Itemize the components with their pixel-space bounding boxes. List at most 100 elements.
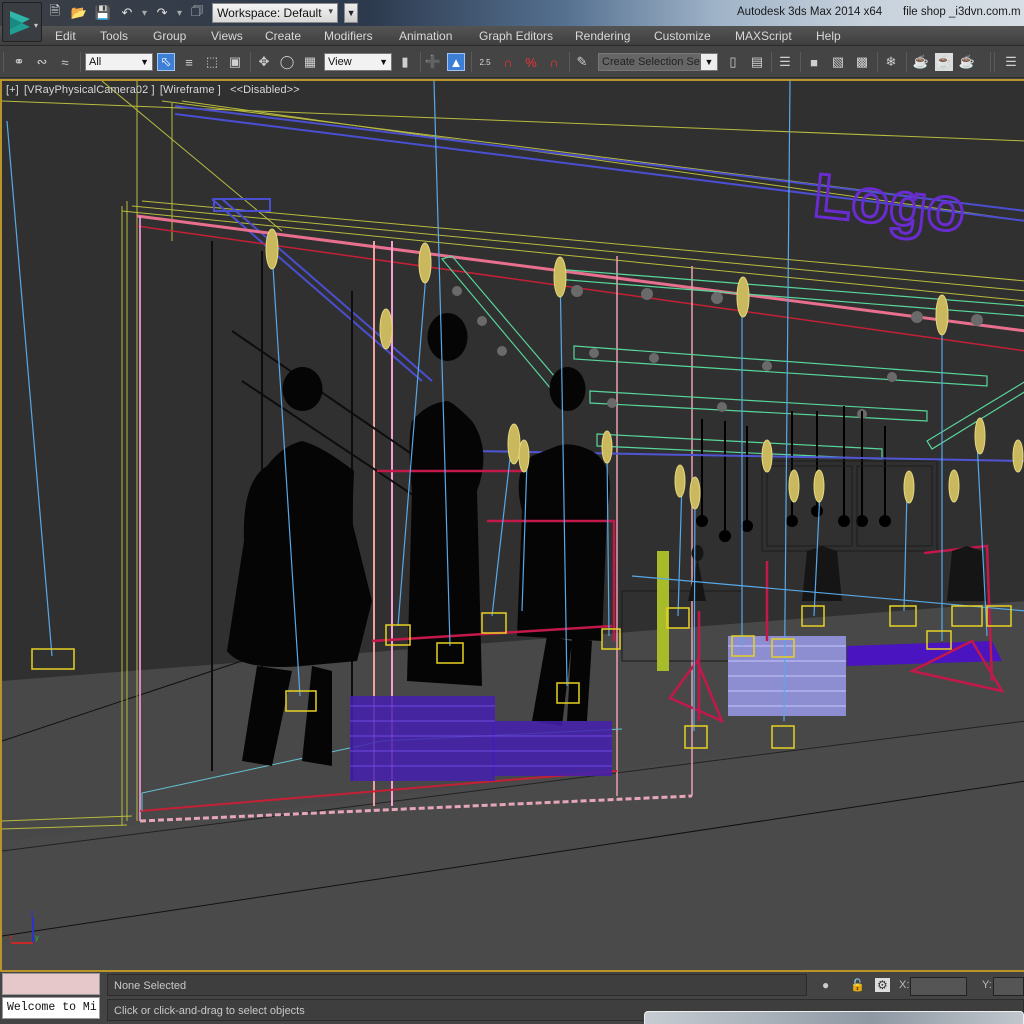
- wireframe-scene: Logo: [2, 81, 1024, 970]
- named-selection-dropdown[interactable]: Create Selection Se ▼: [598, 53, 718, 71]
- select-by-name-icon[interactable]: ≡: [180, 53, 198, 71]
- rotate-icon[interactable]: ◯: [278, 53, 296, 71]
- x-axis-label: x: [9, 933, 13, 942]
- angle-snap-icon[interactable]: ∩: [499, 53, 517, 71]
- percent-snap-icon[interactable]: %: [522, 53, 540, 71]
- menu-group[interactable]: Group: [153, 29, 186, 43]
- app-window: 🗎 📂 💾 ↶ ▾ ↷ ▾ 🗇 Workspace: Default ▾ ▼ A…: [0, 0, 1024, 1024]
- customize-quick-access-button[interactable]: ▼: [344, 3, 359, 23]
- rendered-frame-window-icon[interactable]: ☕: [935, 53, 953, 71]
- coord-x-label: X:: [899, 979, 910, 991]
- absolute-mode-transform-icon[interactable]: ⚙: [875, 978, 890, 992]
- maxscript-mini-listener-output[interactable]: [2, 973, 100, 995]
- layer-manager-icon[interactable]: ☰: [776, 53, 794, 71]
- schematic-view-icon[interactable]: ▩: [853, 53, 871, 71]
- spinner-snap-icon[interactable]: ∩: [545, 53, 563, 71]
- redo-icon[interactable]: ↷: [153, 4, 171, 22]
- axis-tripod: z x y: [6, 907, 46, 947]
- bind-space-warp-icon[interactable]: ≈: [56, 53, 74, 71]
- menu-animation[interactable]: Animation: [399, 29, 452, 43]
- maxscript-mini-listener-input[interactable]: Welcome to Mi: [2, 997, 100, 1019]
- reference-coordinate-dropdown[interactable]: View ▼: [324, 53, 392, 71]
- snap-label: 2.5: [479, 57, 491, 67]
- undo-icon[interactable]: ↶: [118, 4, 136, 22]
- viewport-menu-plus[interactable]: [+]: [6, 84, 19, 96]
- isolate-selection-icon[interactable]: ●: [822, 978, 829, 992]
- menu-views[interactable]: Views: [211, 29, 243, 43]
- snaps-toggle-icon[interactable]: 2.5: [476, 53, 494, 71]
- menu-customize[interactable]: Customize: [654, 29, 711, 43]
- taskbar-window-preview[interactable]: [644, 1011, 1024, 1024]
- viewport-label: [+] [VRayPhysicalCamera02 ] [Wireframe ]…: [6, 84, 302, 96]
- main-toolbar: ⚭ ∾ ≈ All ▼ ⬁ ≡ ⬚ ▣ ✥ ◯ ▦ View ▼ ▮ ➕ ▲ 2…: [0, 46, 1024, 78]
- edit-named-selection-icon[interactable]: ✎: [573, 53, 591, 71]
- rectangular-selection-icon[interactable]: ⬚: [203, 53, 221, 71]
- render-production-icon[interactable]: ☕: [958, 53, 976, 71]
- mirror-icon[interactable]: ▯: [724, 53, 742, 71]
- move-icon[interactable]: ✥: [255, 53, 273, 71]
- menu-modifiers[interactable]: Modifiers: [324, 29, 373, 43]
- selection-status: None Selected: [107, 974, 807, 996]
- redo-dropdown-icon[interactable]: ▾: [177, 8, 182, 19]
- reference-coordinate-value: View: [328, 56, 352, 68]
- menu-graph-editors[interactable]: Graph Editors: [479, 29, 553, 43]
- keyboard-shortcut-override-icon[interactable]: ▲: [447, 53, 465, 71]
- chevron-down-icon: ▾: [328, 6, 334, 16]
- menu-bar: Edit Tools Group Views Create Modifiers …: [0, 26, 1024, 46]
- selection-status-text: None Selected: [114, 980, 187, 992]
- curve-editor-icon[interactable]: ▧: [829, 53, 847, 71]
- graphite-modeling-icon[interactable]: ■: [805, 53, 823, 71]
- coord-y-label: Y:: [982, 979, 992, 991]
- chevron-down-icon: ▼: [140, 57, 149, 67]
- toolbar-separator: [994, 52, 995, 72]
- menu-edit[interactable]: Edit: [55, 29, 76, 43]
- open-file-icon[interactable]: 📂: [70, 4, 88, 22]
- lock-selection-icon[interactable]: 🔓: [850, 978, 865, 992]
- 3dsmax-logo-icon: [10, 11, 30, 35]
- title-bar: 🗎 📂 💾 ↶ ▾ ↷ ▾ 🗇 Workspace: Default ▾ ▼ A…: [0, 0, 1024, 26]
- save-icon[interactable]: 💾: [94, 4, 112, 22]
- chevron-down-icon: ▼: [701, 54, 717, 70]
- coord-y-field[interactable]: [993, 977, 1024, 996]
- select-object-icon[interactable]: ⬁: [157, 53, 175, 71]
- menu-create[interactable]: Create: [265, 29, 301, 43]
- viewport-disabled-label: <<Disabled>>: [230, 84, 300, 96]
- menu-help[interactable]: Help: [816, 29, 841, 43]
- application-button[interactable]: ▾: [2, 2, 42, 42]
- toolbar-separator: [250, 52, 251, 72]
- viewport-shading-label[interactable]: [Wireframe ]: [160, 84, 221, 96]
- chevron-down-icon: ▾: [33, 21, 38, 30]
- z-axis-label: z: [30, 909, 34, 918]
- undo-dropdown-icon[interactable]: ▾: [142, 8, 147, 19]
- toolbar-separator: [800, 52, 801, 72]
- layer-toolbar-icon[interactable]: ☰: [1002, 53, 1020, 71]
- pivot-center-icon[interactable]: ▮: [396, 53, 414, 71]
- toolbar-separator: [906, 52, 907, 72]
- unlink-icon[interactable]: ∾: [33, 53, 51, 71]
- selection-filter-value: All: [89, 56, 102, 68]
- scale-icon[interactable]: ▦: [301, 53, 319, 71]
- material-editor-icon[interactable]: ❄: [882, 53, 900, 71]
- menu-maxscript[interactable]: MAXScript: [735, 29, 792, 43]
- new-file-icon[interactable]: 🗎: [46, 3, 64, 22]
- link-icon[interactable]: ⚭: [10, 53, 28, 71]
- window-crossing-icon[interactable]: ▣: [226, 53, 244, 71]
- coord-x-field[interactable]: [910, 977, 967, 996]
- toolbar-separator: [471, 52, 472, 72]
- align-icon[interactable]: ▤: [748, 53, 766, 71]
- toolbar-handle[interactable]: [990, 52, 991, 72]
- select-manipulate-icon[interactable]: ➕: [424, 53, 442, 71]
- project-folder-icon[interactable]: 🗇: [188, 3, 206, 22]
- viewport-camera[interactable]: [+] [VRayPhysicalCamera02 ] [Wireframe ]…: [0, 79, 1024, 972]
- toolbar-handle[interactable]: [3, 52, 4, 72]
- workspace-dropdown[interactable]: Workspace: Default ▾: [212, 3, 339, 23]
- menu-tools[interactable]: Tools: [100, 29, 128, 43]
- toolbar-separator: [771, 52, 772, 72]
- menu-rendering[interactable]: Rendering: [575, 29, 630, 43]
- render-setup-icon[interactable]: ☕: [912, 53, 930, 71]
- selection-filter-dropdown[interactable]: All ▼: [85, 53, 153, 71]
- workspace-label: Workspace: Default: [217, 6, 322, 20]
- chevron-down-icon: ▼: [379, 57, 388, 67]
- viewport-camera-label[interactable]: [VRayPhysicalCamera02 ]: [24, 84, 155, 96]
- prompt-text: Click or click-and-drag to select object…: [114, 1005, 305, 1017]
